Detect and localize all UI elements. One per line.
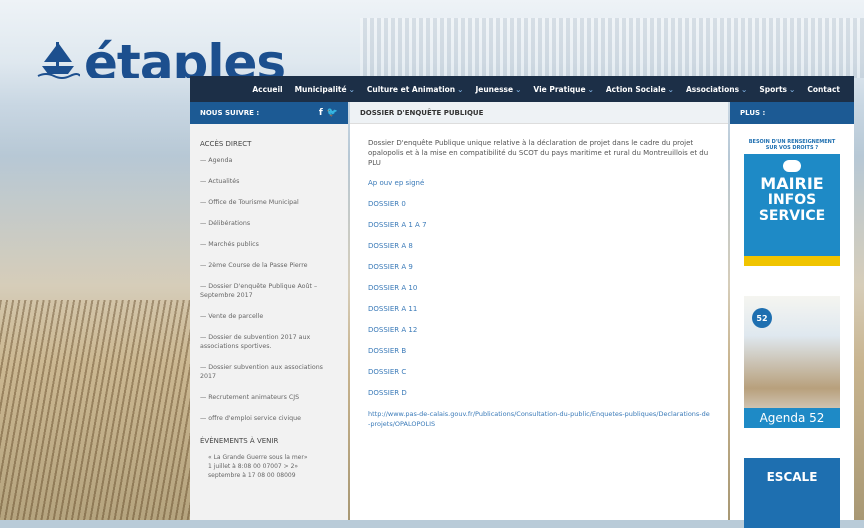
- chevron-down-icon: ⌄: [587, 84, 594, 94]
- main-navigation: Accueil Municipalité ⌄ Culture et Animation…: [190, 76, 854, 102]
- nav-item-6[interactable]: Associations ⌄: [686, 85, 747, 94]
- nav-item-label: Associations: [685, 84, 740, 94]
- nav-item-2[interactable]: Culture et Animation ⌄: [367, 85, 464, 94]
- sidebar-link[interactable]: — Agenda: [200, 156, 338, 165]
- nav-item-7[interactable]: Sports ⌄: [759, 85, 795, 94]
- acces-direct-title: ACCÈS DIRECT: [200, 140, 252, 148]
- document-link[interactable]: Ap ouv ep signé: [368, 178, 710, 188]
- event-line: septembre à 17 08 00 08009: [208, 472, 296, 479]
- sidebar-link[interactable]: — Office de Tourisme Municipal: [200, 198, 338, 207]
- sidebar-link[interactable]: — Actualités: [200, 177, 338, 186]
- agenda-label: Agenda 52: [744, 408, 840, 428]
- twitter-icon[interactable]: 🐦: [327, 108, 338, 118]
- sidebar-link[interactable]: — Recrutement animateurs CJS: [200, 393, 338, 402]
- sidebar-link[interactable]: — Marchés publics: [200, 240, 338, 249]
- sidebar-link[interactable]: — offre d'emploi service civique: [200, 414, 338, 423]
- event-line: 1 juillet à 8:08 00 07007 > 2»: [208, 463, 299, 470]
- nav-item-label: Jeunesse: [475, 84, 514, 94]
- site-logo[interactable]: étaples: [36, 36, 285, 80]
- boat-icon: [37, 42, 80, 79]
- prefecture-link[interactable]: http://www.pas-de-calais.gouv.fr/Publica…: [368, 409, 710, 429]
- document-link[interactable]: DOSSIER A 9: [368, 262, 710, 272]
- document-link[interactable]: DOSSIER A 11: [368, 304, 710, 314]
- nav-item-8[interactable]: Contact: [807, 85, 840, 94]
- sidebar-link[interactable]: — Dossier subvention aux associations 20…: [200, 363, 338, 381]
- sidebar-link[interactable]: — 2ème Course de la Passe Pierre: [200, 261, 338, 270]
- document-link[interactable]: DOSSIER A 10: [368, 283, 710, 293]
- document-link[interactable]: DOSSIER A 1 A 7: [368, 220, 710, 230]
- nav-item-5[interactable]: Action Sociale ⌄: [606, 85, 674, 94]
- dune-grass: [0, 300, 200, 520]
- sidebar-link[interactable]: — Dossier D'enquête Publique Août – Sept…: [200, 282, 338, 300]
- chevron-down-icon: ⌄: [515, 84, 522, 94]
- nav-item-3[interactable]: Jeunesse ⌄: [475, 85, 521, 94]
- harbor-backdrop: [360, 18, 864, 78]
- chevron-down-icon: ⌄: [789, 84, 796, 94]
- page-title-bar: DOSSIER D'ENQUÊTE PUBLIQUE: [350, 102, 728, 124]
- plus-title: PLUS :: [740, 109, 766, 117]
- ad1-tagline: BESOIN D'UN RENSEIGNEMENT SUR VOS DROITS…: [744, 136, 840, 154]
- ad1-line1: MAIRIE: [760, 174, 824, 193]
- events-title: ÉVÈNEMENTS À VENIR: [200, 437, 279, 445]
- event-line[interactable]: « La Grande Guerre sous la mer»: [200, 453, 338, 462]
- document-link[interactable]: DOSSIER 0: [368, 199, 710, 209]
- nav-item-label: Vie Pratique: [533, 84, 586, 94]
- document-link[interactable]: DOSSIER D: [368, 388, 710, 398]
- agenda-badge: 52: [752, 308, 772, 328]
- escale-banner[interactable]: ESCALE: [744, 458, 840, 528]
- nav-item-label: Culture et Animation: [366, 84, 456, 94]
- nav-item-label: Action Sociale: [605, 84, 666, 94]
- main-content: DOSSIER D'ENQUÊTE PUBLIQUE Dossier D'enq…: [350, 102, 728, 520]
- chevron-down-icon: ⌄: [348, 84, 355, 94]
- nav-item-1[interactable]: Municipalité ⌄: [295, 85, 355, 94]
- nav-item-0[interactable]: Accueil: [252, 85, 282, 94]
- speech-bubble-icon: [783, 160, 801, 172]
- sidebar-link[interactable]: — Délibérations: [200, 219, 338, 228]
- document-link[interactable]: DOSSIER A 8: [368, 241, 710, 251]
- facebook-icon[interactable]: f: [319, 108, 323, 118]
- chevron-down-icon: ⌄: [741, 84, 748, 94]
- mairie-infos-banner[interactable]: BESOIN D'UN RENSEIGNEMENT SUR VOS DROITS…: [744, 136, 840, 266]
- intro-text: Dossier D'enquête Publique unique relati…: [368, 139, 709, 167]
- right-sidebar: PLUS : BESOIN D'UN RENSEIGNEMENT SUR VOS…: [730, 102, 854, 528]
- ad1-stripe: [744, 256, 840, 266]
- follow-title: NOUS SUIVRE :: [200, 109, 260, 117]
- document-link[interactable]: DOSSIER B: [368, 346, 710, 356]
- ad1-line3: SERVICE: [758, 208, 826, 224]
- follow-bar: NOUS SUIVRE : f 🐦: [190, 102, 348, 124]
- nav-item-label: Municipalité: [294, 84, 347, 94]
- document-link[interactable]: DOSSIER C: [368, 367, 710, 377]
- page-title: DOSSIER D'ENQUÊTE PUBLIQUE: [360, 108, 484, 117]
- nav-item-label: Accueil: [252, 84, 283, 94]
- nav-item-label: Contact: [807, 84, 840, 94]
- plus-bar: PLUS :: [730, 102, 854, 124]
- sidebar-link[interactable]: — Vente de parcelle: [200, 312, 338, 321]
- ad1-line2: INFOS: [767, 192, 817, 208]
- nav-item-label: Sports: [759, 84, 788, 94]
- logo-wordmark: étaples: [84, 38, 286, 78]
- nav-item-4[interactable]: Vie Pratique ⌄: [533, 85, 593, 94]
- escale-title: ESCALE: [766, 470, 818, 484]
- document-link[interactable]: DOSSIER A 12: [368, 325, 710, 335]
- agenda-52-banner[interactable]: 52 Agenda 52: [744, 296, 840, 428]
- sidebar-link[interactable]: — Dossier de subvention 2017 aux associa…: [200, 333, 338, 351]
- chevron-down-icon: ⌄: [667, 84, 674, 94]
- chevron-down-icon: ⌄: [457, 84, 464, 94]
- left-sidebar: NOUS SUIVRE : f 🐦 ACCÈS DIRECT — Agenda —…: [190, 102, 348, 520]
